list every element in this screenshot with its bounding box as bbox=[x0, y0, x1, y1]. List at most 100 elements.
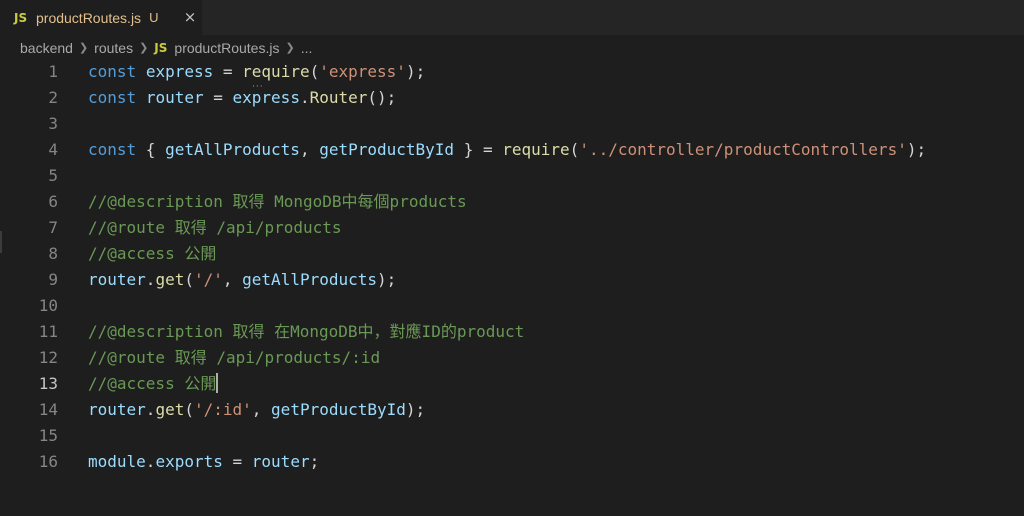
breadcrumb-item-backend[interactable]: backend bbox=[20, 40, 73, 56]
code-line[interactable]: 9 router.get('/', getAllProducts); bbox=[0, 267, 1024, 293]
line-number: 11 bbox=[38, 322, 58, 341]
code-token: router bbox=[145, 88, 204, 107]
code-token: Router bbox=[309, 88, 368, 107]
breadcrumb-item-symbols[interactable]: ... bbox=[301, 40, 313, 56]
tab-filename: productRoutes.js bbox=[36, 9, 142, 26]
code-token: getAllProducts bbox=[242, 270, 378, 289]
code-line[interactable]: 13 //@access 公開 bbox=[0, 371, 1024, 397]
javascript-file-icon: JS bbox=[154, 40, 168, 55]
code-token: '/' bbox=[193, 270, 223, 289]
code-line[interactable]: 12 //@route 取得 /api/products/:id bbox=[0, 345, 1024, 371]
code-text: const express = require('express'); bbox=[88, 59, 425, 85]
close-tab-icon[interactable]: × bbox=[182, 9, 198, 25]
code-token: '/:id' bbox=[193, 400, 252, 419]
code-token: const bbox=[88, 62, 137, 81]
code-line[interactable]: 6 //@description 取得 MongoDB中每個products bbox=[0, 189, 1024, 215]
code-line[interactable]: 3 bbox=[0, 111, 1024, 137]
code-text: //@description 取得 在MongoDB中，對應ID的product bbox=[88, 319, 524, 345]
breadcrumb: backend ❯ routes ❯ JS productRoutes.js ❯… bbox=[0, 35, 1024, 60]
code-line[interactable]: 11 //@description 取得 在MongoDB中，對應ID的produ… bbox=[0, 319, 1024, 345]
code-token: //@access 公開 bbox=[88, 374, 217, 393]
code-token: , bbox=[299, 140, 320, 159]
code-token: //@access 公開 bbox=[88, 244, 217, 263]
code-token: //@description 取得 在MongoDB中，對應ID的product bbox=[88, 322, 525, 341]
code-token: { bbox=[136, 140, 166, 159]
code-line[interactable]: 14 router.get('/:id', getProductById); bbox=[0, 397, 1024, 423]
code-token: . bbox=[145, 270, 156, 289]
code-text: //@route 取得 /api/products/:id bbox=[88, 345, 380, 371]
code-token: router bbox=[88, 400, 146, 419]
line-number: 9 bbox=[48, 270, 58, 289]
code-line[interactable]: 7 //@route 取得 /api/products bbox=[0, 215, 1024, 241]
code-token: } = bbox=[454, 140, 503, 159]
code-token: express bbox=[232, 88, 300, 107]
line-number: 14 bbox=[38, 400, 58, 419]
line-number: 10 bbox=[38, 296, 58, 315]
line-number: 5 bbox=[48, 166, 58, 185]
code-token: , bbox=[251, 400, 272, 419]
tab-productroutes[interactable]: JS productRoutes.js U × bbox=[0, 0, 202, 35]
code-line[interactable]: 1 const express = require('express'); bbox=[0, 59, 1024, 85]
code-token: getAllProducts bbox=[165, 140, 300, 159]
code-text: //@access 公開 bbox=[88, 371, 219, 397]
code-token: const bbox=[88, 140, 137, 159]
breadcrumb-item-routes[interactable]: routes bbox=[94, 40, 133, 56]
line-number: 7 bbox=[48, 218, 58, 237]
code-token: . bbox=[145, 400, 156, 419]
code-token: ); bbox=[377, 270, 397, 289]
code-token: 'express' bbox=[319, 62, 406, 81]
line-number: 1 bbox=[48, 62, 58, 81]
line-number: 6 bbox=[48, 192, 58, 211]
code-token: require bbox=[502, 140, 570, 159]
editor-tab-bar: JS productRoutes.js U × bbox=[0, 0, 1024, 35]
line-number: 3 bbox=[48, 114, 58, 133]
code-token: router bbox=[88, 270, 146, 289]
code-text: router.get('/', getAllProducts); bbox=[88, 267, 396, 293]
line-number: 4 bbox=[48, 140, 58, 159]
code-token: express bbox=[145, 62, 214, 81]
code-token: module bbox=[88, 452, 146, 471]
code-text: const router = express.Router(); bbox=[88, 85, 396, 111]
code-token: = bbox=[222, 452, 252, 471]
code-line[interactable]: 16 module.exports = router; bbox=[0, 449, 1024, 475]
text-cursor bbox=[216, 373, 219, 393]
chevron-right-icon: ❯ bbox=[78, 42, 89, 54]
code-text: const { getAllProducts, getProductById }… bbox=[88, 137, 926, 163]
code-token: . bbox=[145, 452, 156, 471]
breadcrumb-item-file[interactable]: productRoutes.js bbox=[174, 40, 279, 56]
code-line[interactable]: 5 bbox=[0, 163, 1024, 189]
code-token: ; bbox=[309, 452, 320, 471]
code-token: //@route 取得 /api/products bbox=[88, 218, 342, 237]
code-token: exports bbox=[155, 452, 223, 471]
code-editor[interactable]: 1 const express = require('express'); 2 con… bbox=[0, 59, 1024, 516]
code-token: ); bbox=[906, 140, 927, 159]
line-number: 16 bbox=[38, 452, 58, 471]
code-line[interactable]: 4 const { getAllProducts, getProductById … bbox=[0, 137, 1024, 163]
code-text: module.exports = router; bbox=[88, 449, 319, 475]
code-line[interactable]: 10 bbox=[0, 293, 1024, 319]
code-token: router bbox=[251, 452, 310, 471]
untracked-status-badge: U bbox=[149, 10, 159, 25]
code-text: //@access 公開 bbox=[88, 241, 216, 267]
javascript-file-icon: JS bbox=[14, 10, 28, 25]
code-token: ( bbox=[569, 140, 580, 159]
line-number: 13 bbox=[38, 374, 58, 393]
code-token: get bbox=[155, 270, 185, 289]
code-token: ( bbox=[309, 62, 320, 81]
chevron-right-icon: ❯ bbox=[285, 42, 295, 54]
code-token: ); bbox=[405, 400, 426, 419]
code-line[interactable]: 15 bbox=[0, 423, 1024, 449]
code-text: router.get('/:id', getProductById); bbox=[88, 397, 425, 423]
code-token: //@description 取得 MongoDB中每個products bbox=[88, 192, 467, 211]
code-token: ( bbox=[184, 400, 194, 419]
code-token: ( bbox=[184, 270, 194, 289]
code-line[interactable]: 8 //@access 公開 bbox=[0, 241, 1024, 267]
code-token: '../controller/productControllers' bbox=[579, 140, 907, 159]
line-number: 8 bbox=[48, 244, 58, 263]
code-token: = bbox=[213, 62, 243, 81]
line-number: 15 bbox=[38, 426, 58, 445]
code-line[interactable]: 2 const router = express.Router(); bbox=[0, 85, 1024, 111]
line-number: 2 bbox=[48, 88, 58, 107]
